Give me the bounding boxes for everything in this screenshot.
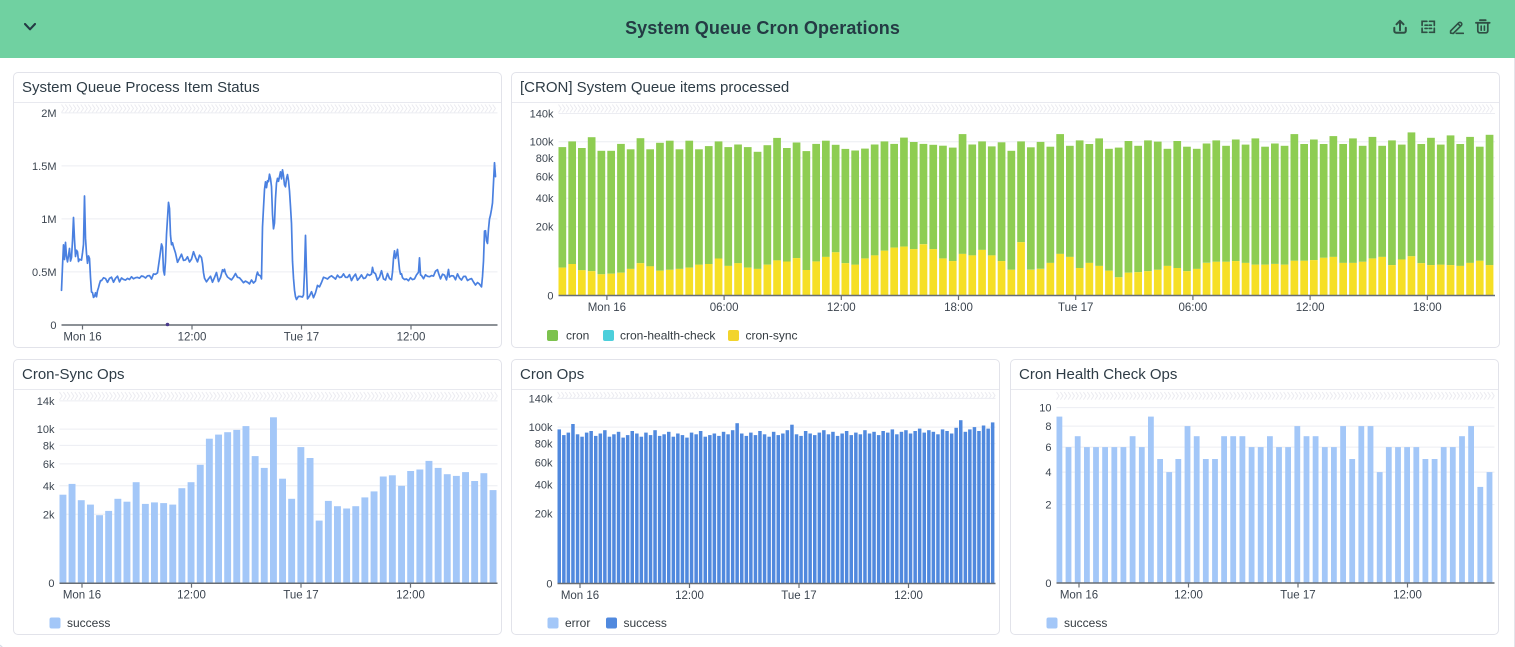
svg-text:success: success bbox=[67, 616, 110, 630]
svg-text:Tue 17: Tue 17 bbox=[283, 331, 318, 343]
svg-text:12:00: 12:00 bbox=[177, 331, 206, 343]
svg-text:6k: 6k bbox=[42, 458, 54, 470]
svg-text:cron-sync: cron-sync bbox=[745, 328, 797, 342]
svg-text:20k: 20k bbox=[535, 221, 553, 233]
svg-text:1.5M: 1.5M bbox=[32, 160, 56, 172]
svg-text:12:00: 12:00 bbox=[177, 589, 206, 601]
svg-text:4: 4 bbox=[1045, 467, 1051, 479]
svg-text:06:00: 06:00 bbox=[709, 302, 738, 314]
svg-text:12:00: 12:00 bbox=[826, 302, 855, 314]
svg-text:0.5M: 0.5M bbox=[32, 266, 56, 278]
svg-text:success: success bbox=[623, 616, 666, 630]
svg-text:20k: 20k bbox=[534, 508, 552, 520]
svg-text:12:00: 12:00 bbox=[1393, 589, 1422, 601]
svg-text:Tue 17: Tue 17 bbox=[781, 590, 816, 602]
svg-text:2k: 2k bbox=[42, 509, 54, 521]
svg-text:40k: 40k bbox=[534, 479, 552, 491]
svg-text:0: 0 bbox=[1045, 578, 1051, 590]
svg-text:4k: 4k bbox=[42, 480, 54, 492]
svg-text:12:00: 12:00 bbox=[675, 590, 704, 602]
svg-text:0: 0 bbox=[546, 578, 552, 590]
svg-text:8: 8 bbox=[1045, 421, 1051, 433]
svg-text:Mon 16: Mon 16 bbox=[1059, 589, 1097, 601]
svg-text:18:00: 18:00 bbox=[1412, 302, 1441, 314]
svg-text:Mon 16: Mon 16 bbox=[62, 589, 100, 601]
svg-text:cron: cron bbox=[566, 328, 589, 342]
svg-text:0: 0 bbox=[50, 320, 56, 332]
svg-text:06:00: 06:00 bbox=[1178, 302, 1207, 314]
svg-text:0: 0 bbox=[48, 578, 54, 590]
svg-text:100k: 100k bbox=[529, 136, 553, 148]
svg-text:0: 0 bbox=[547, 290, 553, 302]
svg-text:60k: 60k bbox=[534, 457, 552, 469]
svg-text:12:00: 12:00 bbox=[396, 589, 425, 601]
svg-text:2M: 2M bbox=[41, 107, 56, 119]
svg-text:Tue 17: Tue 17 bbox=[1280, 589, 1315, 601]
svg-text:12:00: 12:00 bbox=[894, 590, 923, 602]
svg-text:10k: 10k bbox=[36, 424, 54, 436]
svg-text:12:00: 12:00 bbox=[1174, 589, 1203, 601]
svg-text:80k: 80k bbox=[535, 152, 553, 164]
svg-text:14k: 14k bbox=[36, 395, 54, 407]
svg-text:1M: 1M bbox=[41, 213, 56, 225]
svg-text:error: error bbox=[565, 616, 590, 630]
svg-text:Tue 17: Tue 17 bbox=[283, 589, 318, 601]
svg-text:12:00: 12:00 bbox=[1295, 302, 1324, 314]
svg-text:8k: 8k bbox=[42, 440, 54, 452]
svg-text:cron-health-check: cron-health-check bbox=[620, 328, 716, 342]
svg-text:140k: 140k bbox=[529, 108, 553, 120]
svg-text:success: success bbox=[1064, 616, 1107, 630]
svg-text:100k: 100k bbox=[528, 422, 552, 434]
svg-text:140k: 140k bbox=[528, 393, 552, 405]
svg-text:60k: 60k bbox=[535, 171, 553, 183]
svg-text:Mon 16: Mon 16 bbox=[63, 331, 101, 343]
svg-text:Tue 17: Tue 17 bbox=[1058, 302, 1093, 314]
svg-text:12:00: 12:00 bbox=[396, 331, 425, 343]
svg-text:6: 6 bbox=[1045, 442, 1051, 454]
svg-text:18:00: 18:00 bbox=[944, 302, 973, 314]
svg-text:80k: 80k bbox=[534, 438, 552, 450]
svg-text:10: 10 bbox=[1039, 402, 1051, 414]
svg-text:2: 2 bbox=[1045, 499, 1051, 511]
svg-text:Mon 16: Mon 16 bbox=[560, 590, 598, 602]
svg-text:Mon 16: Mon 16 bbox=[587, 302, 625, 314]
svg-text:40k: 40k bbox=[535, 193, 553, 205]
